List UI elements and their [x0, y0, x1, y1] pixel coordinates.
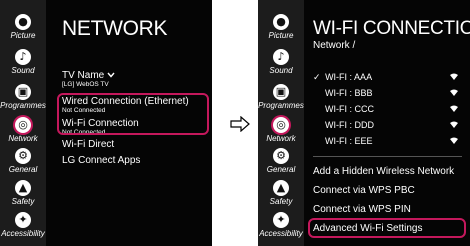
sidebar-item-label: Picture [10, 31, 36, 40]
network-icon: ◎ [15, 117, 31, 133]
network-icon: ◎ [273, 117, 289, 133]
sidebar-item-programmes[interactable]: ▣ Programmes [258, 84, 304, 110]
wps-pbc-item[interactable]: Connect via WPS PBC [313, 185, 415, 196]
chevron-down-icon [107, 72, 115, 78]
page-title: WI-FI CONNECTION [313, 18, 470, 39]
picture-icon: ● [273, 14, 289, 30]
accessibility-icon: ✦ [15, 212, 31, 228]
add-hidden-network-item[interactable]: Add a Hidden Wireless Network [313, 166, 454, 177]
sidebar-item-label: Accessibility [259, 229, 303, 238]
wifi-network-row[interactable]: ✓ WI-FI : AAA [313, 72, 470, 83]
sidebar-item-general[interactable]: ⚙ General [258, 148, 304, 174]
wifi-network-name: WI-FI : CCC [325, 104, 374, 114]
wifi-network-name: WI-FI : BBB [325, 88, 373, 98]
sidebar-item-label: Sound [269, 66, 293, 75]
sidebar-item-picture[interactable]: ● Picture [0, 14, 46, 40]
sound-icon: ♪ [15, 49, 31, 65]
check-icon: ✓ [313, 72, 321, 82]
wifi-network-row[interactable]: WI-FI : DDD [325, 120, 470, 130]
wifi-network-name: WI-FI : AAA [325, 72, 373, 82]
sidebar-item-sound[interactable]: ♪ Sound [258, 49, 304, 75]
wifi-network-name: WI-FI : EEE [325, 136, 373, 146]
sidebar-item-picture[interactable]: ● Picture [258, 14, 304, 40]
wifi-signal-icon [450, 89, 458, 96]
sidebar-item-network[interactable]: ◎ Network [0, 117, 46, 143]
sidebar-item-sound[interactable]: ♪ Sound [0, 49, 46, 75]
sidebar-item-label: Network [8, 134, 38, 143]
highlight-outline [57, 93, 209, 135]
highlight-outline [308, 218, 466, 238]
wifi-signal-icon [450, 121, 458, 128]
wifi-network-row[interactable]: WI-FI : BBB [325, 88, 470, 98]
programmes-icon: ▣ [273, 84, 289, 100]
wifi-signal-icon [450, 105, 458, 112]
page-title: NETWORK [62, 17, 168, 40]
wifi-menu: WI-FI CONNECTION Network / ✓ WI-FI : AAA… [313, 0, 470, 246]
breadcrumb: Network / [313, 40, 356, 51]
sidebar-item-label: Network [266, 134, 296, 143]
sidebar-item-label: Picture [268, 31, 294, 40]
sidebar-item-label: General [8, 165, 38, 174]
sidebar-item-safety[interactable]: ▲ Safety [258, 180, 304, 206]
tv-name-value: [LG] WebOS TV [62, 81, 109, 88]
sound-icon: ♪ [273, 49, 289, 65]
sidebar-item-label: Sound [11, 66, 35, 75]
settings-sidebar: ● Picture ♪ Sound ▣ Programmes ◎ Network… [0, 0, 46, 246]
sidebar-item-general[interactable]: ⚙ General [0, 148, 46, 174]
general-icon: ⚙ [15, 148, 31, 164]
general-icon: ⚙ [273, 148, 289, 164]
wifi-direct-item[interactable]: Wi-Fi Direct [62, 139, 114, 150]
network-screen: ● Picture ♪ Sound ▣ Programmes ◎ Network… [0, 0, 212, 246]
tv-name-label: TV Name [62, 70, 105, 81]
sidebar-item-label: Safety [269, 197, 293, 206]
lg-connect-apps-item[interactable]: LG Connect Apps [62, 155, 140, 166]
sidebar-item-label: Programmes [258, 101, 304, 110]
sidebar-item-accessibility[interactable]: ✦ Accessibility [258, 212, 304, 238]
wps-pin-item[interactable]: Connect via WPS PIN [313, 204, 411, 215]
tv-name-item[interactable]: TV Name [LG] WebOS TV [62, 70, 115, 88]
sidebar-item-label: Accessibility [1, 229, 45, 238]
sidebar-item-label: General [266, 165, 296, 174]
wifi-network-row[interactable]: WI-FI : EEE [325, 136, 470, 146]
safety-icon: ▲ [273, 180, 289, 196]
wifi-network-name: WI-FI : DDD [325, 120, 374, 130]
arrow-right-icon [230, 116, 250, 132]
programmes-icon: ▣ [15, 84, 31, 100]
sidebar-item-label: Programmes [0, 101, 46, 110]
wifi-signal-icon [450, 73, 458, 80]
wifi-connection-screen: ● Picture ♪ Sound ▣ Programmes ◎ Network… [258, 0, 470, 246]
sidebar-item-label: Safety [11, 197, 35, 206]
sidebar-item-safety[interactable]: ▲ Safety [0, 180, 46, 206]
settings-sidebar: ● Picture ♪ Sound ▣ Programmes ◎ Network… [258, 0, 304, 246]
accessibility-icon: ✦ [273, 212, 289, 228]
wifi-signal-icon [450, 137, 458, 144]
wifi-network-row[interactable]: WI-FI : CCC [325, 104, 470, 114]
divider [313, 156, 462, 157]
picture-icon: ● [15, 14, 31, 30]
sidebar-item-programmes[interactable]: ▣ Programmes [0, 84, 46, 110]
safety-icon: ▲ [15, 180, 31, 196]
sidebar-item-accessibility[interactable]: ✦ Accessibility [0, 212, 46, 238]
sidebar-item-network[interactable]: ◎ Network [258, 117, 304, 143]
